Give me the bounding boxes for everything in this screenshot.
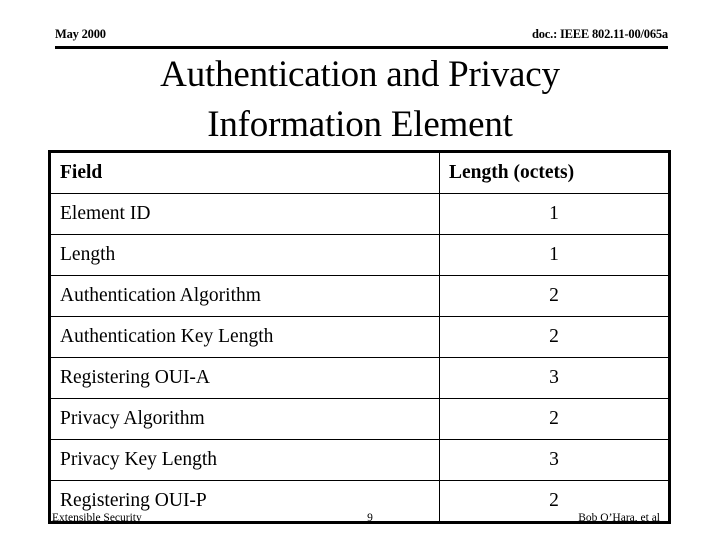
- cell-field-length: 2: [439, 275, 670, 317]
- column-header-field: Field: [49, 151, 440, 194]
- table-row: Privacy Algorithm 2: [49, 398, 670, 440]
- cell-field-length: 1: [439, 234, 670, 276]
- footer-presentation-title: Extensible Security: [52, 512, 142, 524]
- table-row: Element ID 1: [49, 193, 670, 235]
- table-row: Authentication Algorithm 2: [49, 275, 670, 317]
- information-element-table: Field Length (octets) Element ID 1 Length 1…: [48, 150, 671, 524]
- cell-field-name: Registering OUI-A: [49, 357, 440, 399]
- slide-title: Authentication and Privacy Information E…: [0, 50, 720, 150]
- table-header-row: Field Length (octets): [49, 151, 670, 194]
- footer-page-number: 9: [367, 512, 373, 524]
- cell-field-name: Authentication Algorithm: [49, 275, 440, 317]
- cell-field-name: Privacy Key Length: [49, 439, 440, 481]
- table-row: Privacy Key Length 3: [49, 439, 670, 481]
- header-doc-reference: doc.: IEEE 802.11-00/065a: [532, 27, 668, 41]
- slide-footer: Extensible Security 9 Bob O’Hara, et al: [48, 511, 668, 533]
- cell-field-name: Element ID: [49, 193, 440, 235]
- cell-field-name: Authentication Key Length: [49, 316, 440, 358]
- cell-field-name: Length: [49, 234, 440, 276]
- slide-title-line-2: Information Element: [207, 104, 513, 145]
- header-divider-rule: [55, 46, 668, 49]
- table-row: Length 1: [49, 234, 670, 276]
- column-header-length: Length (octets): [439, 151, 670, 194]
- cell-field-length: 2: [439, 398, 670, 440]
- header-date: May 2000: [55, 27, 106, 41]
- slide-header: May 2000 doc.: IEEE 802.11-00/065a: [55, 27, 668, 49]
- cell-field-name: Privacy Algorithm: [49, 398, 440, 440]
- slide-title-line-1: Authentication and Privacy: [160, 54, 560, 95]
- footer-author: Bob O’Hara, et al: [578, 512, 660, 524]
- table-row: Authentication Key Length 2: [49, 316, 670, 358]
- cell-field-length: 1: [439, 193, 670, 235]
- cell-field-length: 3: [439, 439, 670, 481]
- cell-field-length: 3: [439, 357, 670, 399]
- cell-field-length: 2: [439, 316, 670, 358]
- table-row: Registering OUI-A 3: [49, 357, 670, 399]
